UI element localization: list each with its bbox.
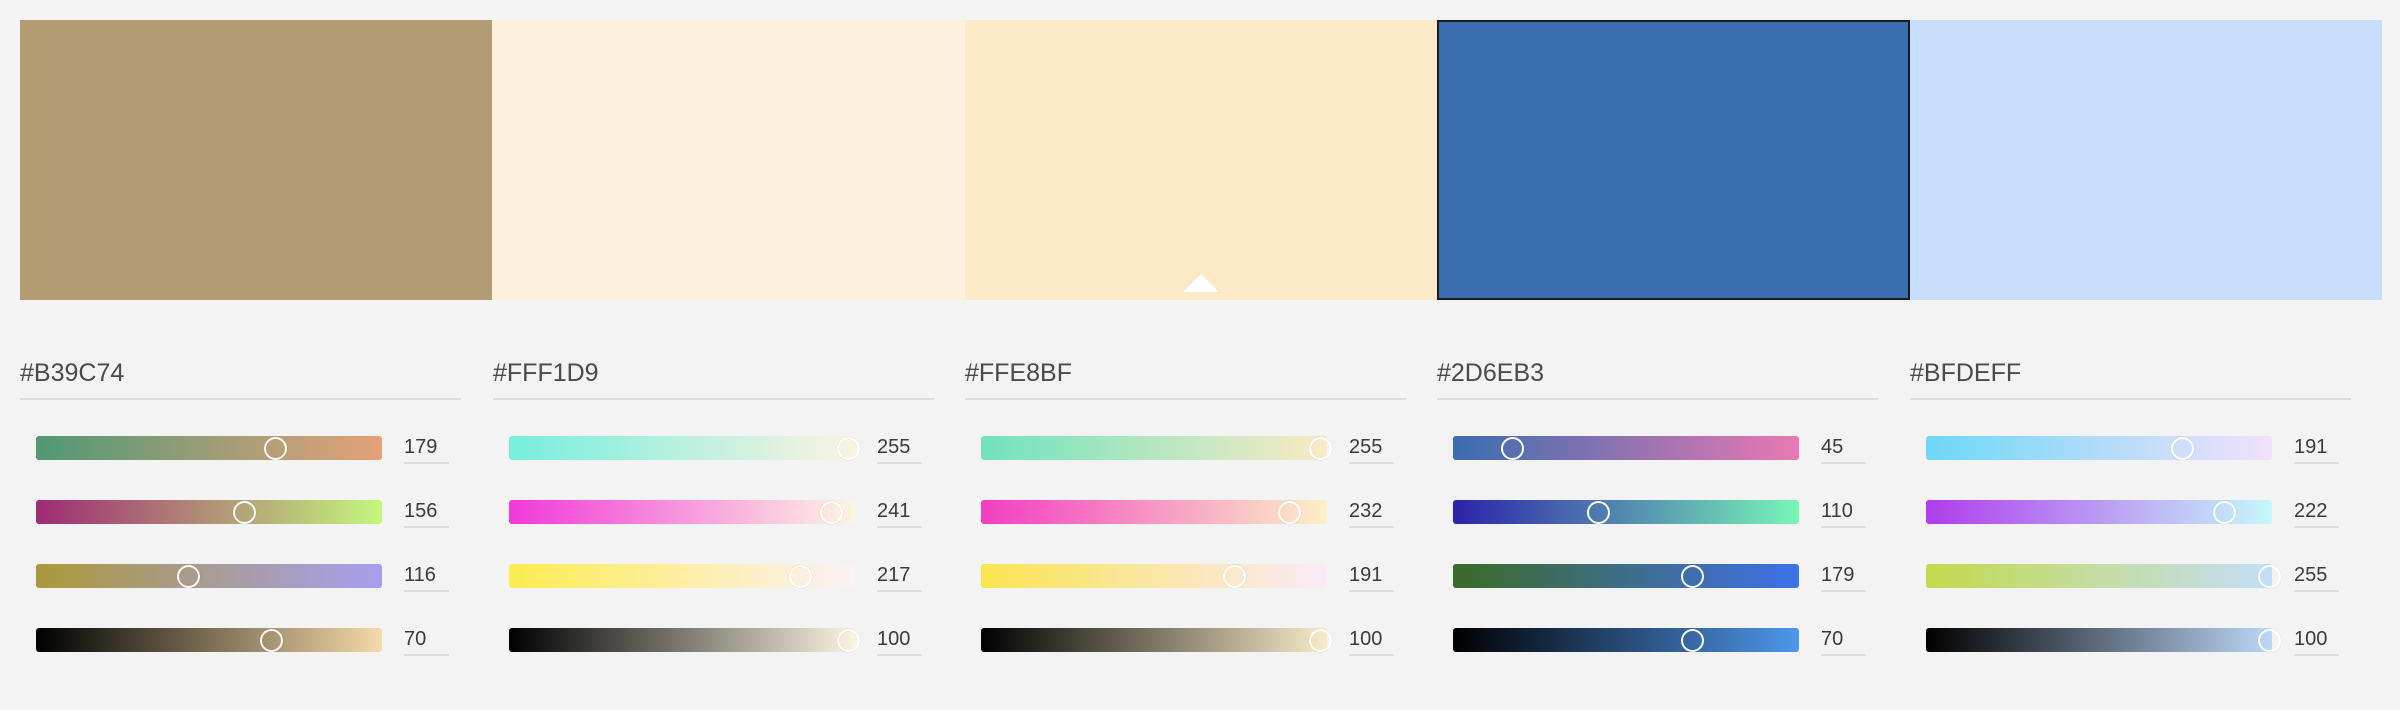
green-slider-thumb[interactable]: [2212, 501, 2236, 524]
alpha-slider-row: 100: [1910, 620, 2351, 660]
color-panel-5: #BFDEFF 191 222 255 100: [1910, 340, 2351, 670]
green-slider[interactable]: [1926, 500, 2272, 524]
alpha-slider-thumb[interactable]: [1680, 629, 1704, 652]
red-slider[interactable]: [1453, 436, 1799, 460]
green-slider-row: 156: [20, 492, 461, 532]
blue-slider[interactable]: [1926, 564, 2281, 588]
selected-swatch-marker-icon: [1182, 274, 1219, 292]
blue-slider-thumb[interactable]: [788, 565, 812, 588]
blue-value-field[interactable]: 191: [1349, 560, 1394, 592]
blue-value-field[interactable]: 179: [1821, 560, 1866, 592]
hex-value[interactable]: #FFE8BF: [965, 356, 1406, 400]
color-panel-1: #B39C74 179 156 116 70: [20, 340, 461, 670]
alpha-slider-row: 70: [1437, 620, 1878, 660]
blue-value-field[interactable]: 255: [2294, 560, 2339, 592]
color-palette-editor: #B39C74 179 156 116 70 #FFF1D9 255 241 2…: [0, 0, 2400, 710]
green-slider[interactable]: [509, 500, 855, 524]
blue-slider-row: 116: [20, 556, 461, 596]
blue-slider-row: 191: [965, 556, 1406, 596]
green-value-field[interactable]: 232: [1349, 496, 1394, 528]
red-slider-row: 45: [1437, 428, 1878, 468]
hex-value[interactable]: #FFF1D9: [493, 356, 934, 400]
alpha-slider-row: 100: [493, 620, 934, 660]
alpha-slider-thumb[interactable]: [260, 629, 284, 652]
blue-value-field[interactable]: 217: [877, 560, 922, 592]
alpha-slider[interactable]: [1926, 628, 2281, 652]
color-panel-2: #FFF1D9 255 241 217 100: [493, 340, 934, 670]
green-value-field[interactable]: 110: [1821, 496, 1866, 528]
green-slider-row: 222: [1910, 492, 2351, 532]
red-value-field[interactable]: 191: [2294, 432, 2339, 464]
alpha-slider[interactable]: [509, 628, 861, 652]
alpha-slider[interactable]: [36, 628, 382, 652]
alpha-slider-thumb[interactable]: [2257, 629, 2281, 652]
green-slider-thumb[interactable]: [1587, 501, 1611, 524]
red-slider-row: 255: [493, 428, 934, 468]
blue-slider-thumb[interactable]: [2257, 565, 2281, 588]
red-slider-thumb[interactable]: [1500, 437, 1524, 460]
blue-slider-thumb[interactable]: [1222, 565, 1246, 588]
red-slider-row: 179: [20, 428, 461, 468]
red-slider[interactable]: [36, 436, 382, 460]
swatch-2[interactable]: [492, 20, 965, 300]
color-panel-3: #FFE8BF 255 232 191 100: [965, 340, 1406, 670]
blue-slider-thumb[interactable]: [177, 565, 201, 588]
swatch-1[interactable]: [20, 20, 493, 300]
red-value-field[interactable]: 255: [877, 432, 922, 464]
red-slider-thumb[interactable]: [263, 437, 287, 460]
alpha-value-field[interactable]: 100: [2294, 624, 2339, 656]
red-slider[interactable]: [1926, 436, 2272, 460]
green-slider-thumb[interactable]: [232, 501, 256, 524]
green-slider[interactable]: [981, 500, 1327, 524]
swatch-row: [20, 20, 2382, 300]
green-slider[interactable]: [1453, 500, 1799, 524]
alpha-slider[interactable]: [981, 628, 1333, 652]
alpha-slider-thumb[interactable]: [837, 629, 861, 652]
blue-slider-thumb[interactable]: [1680, 565, 1704, 588]
green-value-field[interactable]: 156: [404, 496, 449, 528]
red-slider[interactable]: [981, 436, 1333, 460]
green-slider[interactable]: [36, 500, 382, 524]
green-slider-row: 241: [493, 492, 934, 532]
red-slider-thumb[interactable]: [2171, 437, 2195, 460]
red-value-field[interactable]: 255: [1349, 432, 1394, 464]
hex-value[interactable]: #B39C74: [20, 356, 461, 400]
blue-slider[interactable]: [1453, 564, 1799, 588]
alpha-value-field[interactable]: 100: [1349, 624, 1394, 656]
alpha-value-field[interactable]: 70: [404, 624, 449, 656]
alpha-value-field[interactable]: 100: [877, 624, 922, 656]
red-slider-thumb[interactable]: [837, 437, 861, 460]
green-slider-thumb[interactable]: [1277, 501, 1301, 524]
swatch-5[interactable]: [1909, 20, 2382, 300]
hex-value[interactable]: #BFDEFF: [1910, 356, 2351, 400]
green-slider-row: 232: [965, 492, 1406, 532]
color-panels: #B39C74 179 156 116 70 #FFF1D9 255 241 2…: [20, 340, 2382, 680]
blue-slider[interactable]: [509, 564, 855, 588]
green-value-field[interactable]: 241: [877, 496, 922, 528]
red-value-field[interactable]: 179: [404, 432, 449, 464]
blue-value-field[interactable]: 116: [404, 560, 449, 592]
blue-slider-row: 179: [1437, 556, 1878, 596]
alpha-value-field[interactable]: 70: [1821, 624, 1866, 656]
green-value-field[interactable]: 222: [2294, 496, 2339, 528]
blue-slider-row: 217: [493, 556, 934, 596]
red-slider-row: 255: [965, 428, 1406, 468]
alpha-slider-row: 70: [20, 620, 461, 660]
red-value-field[interactable]: 45: [1821, 432, 1866, 464]
blue-slider-row: 255: [1910, 556, 2351, 596]
blue-slider[interactable]: [36, 564, 382, 588]
swatch-4[interactable]: [1437, 20, 1910, 300]
color-panel-4: #2D6EB3 45 110 179 70: [1437, 340, 1878, 670]
hex-value[interactable]: #2D6EB3: [1437, 356, 1878, 400]
alpha-slider-row: 100: [965, 620, 1406, 660]
red-slider-thumb[interactable]: [1309, 437, 1333, 460]
green-slider-thumb[interactable]: [819, 501, 843, 524]
red-slider-row: 191: [1910, 428, 2351, 468]
alpha-slider[interactable]: [1453, 628, 1799, 652]
swatch-3[interactable]: [964, 20, 1438, 300]
green-slider-row: 110: [1437, 492, 1878, 532]
red-slider[interactable]: [509, 436, 861, 460]
alpha-slider-thumb[interactable]: [1309, 629, 1333, 652]
blue-slider[interactable]: [981, 564, 1327, 588]
